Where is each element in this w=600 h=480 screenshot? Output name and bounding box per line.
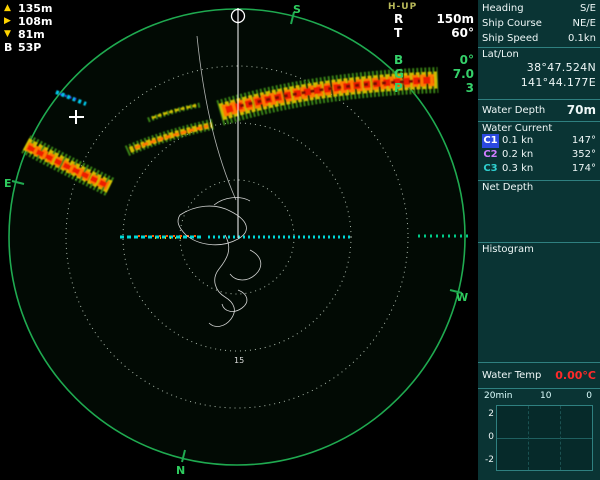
graph-gridline (560, 406, 561, 470)
hud-label: B (394, 53, 403, 67)
hud-value: 0° (460, 53, 474, 67)
c3-speed: 0.3 kn (502, 162, 572, 176)
c3-direction: 174° (572, 162, 596, 176)
hud-label: P (394, 81, 403, 95)
orientation-mode: H-UP (388, 2, 474, 12)
water-temp-section: Water Temp 0.00°C (478, 362, 600, 388)
y-tick-2: 2 (488, 409, 494, 419)
hud-row-tilt: T 60° (394, 26, 474, 40)
water-temp-value: 0.00°C (555, 368, 596, 383)
graph-gridline (528, 406, 529, 470)
hud-readouts: H-UP R 150m T 60° B 0° G 7.0 P 3 (394, 2, 474, 95)
net-depth-section: Net Depth (478, 180, 600, 242)
marker-value: 81m (18, 28, 45, 41)
c1-badge: C1 (482, 134, 499, 148)
x-tick-0: 0 (586, 391, 592, 401)
heading-value: S/E (580, 1, 596, 16)
hud-row-b: B 0° (394, 53, 474, 67)
ship-course-label: Ship Course (482, 16, 542, 31)
hud-value: 150m (436, 12, 474, 26)
graph-y-axis: 2 0 -2 (482, 405, 496, 469)
latlon-label: Lat/Lon (482, 49, 519, 60)
navigation-section: Heading S/E Ship Course NE/E Ship Speed … (478, 0, 600, 47)
water-current-section: Water Current C1 0.1 kn 147° C2 0.2 kn 3… (478, 121, 600, 180)
hud-row-g: G 7.0 (394, 67, 474, 81)
c2-direction: 352° (572, 148, 596, 162)
heading-row: Heading S/E (482, 1, 596, 16)
marker-row: ▲ 135m (4, 2, 52, 15)
data-panel: Heading S/E Ship Course NE/E Ship Speed … (478, 0, 600, 480)
sonar-display[interactable]: S E W N 15 ▲ 135m ▶ 108m ▼ 81m B 53P H-U… (0, 0, 478, 480)
marker-value: 135m (18, 2, 52, 15)
current-row-c1: C1 0.1 kn 147° (482, 134, 596, 148)
water-depth-section: Water Depth 70m (478, 99, 600, 121)
graph-x-axis: 20min 10 0 (482, 390, 596, 403)
ship-course-row: Ship Course NE/E (482, 16, 596, 31)
compass-top: S (293, 3, 301, 16)
hud-value: 3 (466, 81, 474, 95)
compass-left: E (4, 177, 12, 190)
ship-speed-row: Ship Speed 0.1kn (482, 31, 596, 46)
marker-row: ▶ 108m (4, 15, 52, 28)
water-depth-label: Water Depth (482, 103, 545, 118)
hud-label: R (394, 12, 403, 26)
ship-speed-value: 0.1kn (568, 31, 596, 46)
y-tick-neg2: -2 (485, 455, 494, 465)
compass-bottom: N (176, 464, 185, 477)
hud-label: T (394, 26, 402, 40)
marker-row: ▼ 81m (4, 28, 52, 41)
marker-row: B 53P (4, 41, 52, 54)
c1-speed: 0.1 kn (502, 134, 572, 148)
histogram-section: Histogram (478, 242, 600, 362)
c2-speed: 0.2 kn (502, 148, 572, 162)
hud-label: G (394, 67, 404, 81)
hud-value: 7.0 (453, 67, 474, 81)
x-tick-20min: 20min (484, 391, 512, 401)
current-row-c2: C2 0.2 kn 352° (482, 148, 596, 162)
current-row-c3: C3 0.3 kn 174° (482, 162, 596, 176)
heading-label: Heading (482, 1, 524, 16)
hud-row-p: P 3 (394, 81, 474, 95)
water-temp-label: Water Temp (482, 368, 541, 383)
marker-readouts: ▲ 135m ▶ 108m ▼ 81m B 53P (4, 2, 52, 54)
hud-value: 60° (451, 26, 474, 40)
c3-badge: C3 (482, 162, 499, 176)
x-tick-10: 10 (540, 391, 551, 401)
latitude-value: 38°47.524N (482, 60, 596, 75)
up-arrow-icon: ▲ (4, 2, 18, 15)
latlon-section: Lat/Lon 38°47.524N 141°44.177E (478, 47, 600, 99)
ship-course-value: NE/E (573, 16, 597, 31)
right-arrow-icon: ▶ (4, 15, 18, 28)
water-depth-value: 70m (567, 103, 596, 118)
compass-right: W (456, 291, 468, 304)
graph-plot-area (496, 405, 593, 471)
graph-zero-line (497, 438, 592, 439)
c1-direction: 147° (572, 134, 596, 148)
down-arrow-icon: ▼ (4, 28, 18, 41)
ring-label: 15 (234, 356, 244, 365)
marker-b-label: B (4, 41, 18, 54)
longitude-value: 141°44.177E (482, 75, 596, 90)
temp-graph-section: 20min 10 0 2 0 -2 (478, 388, 600, 480)
marker-value: 108m (18, 15, 52, 28)
ship-speed-label: Ship Speed (482, 31, 538, 46)
hud-row-range: R 150m (394, 12, 474, 26)
marker-value: 53P (18, 41, 41, 54)
net-depth-label: Net Depth (482, 182, 533, 193)
c2-badge: C2 (482, 148, 499, 162)
y-tick-0: 0 (488, 432, 494, 442)
histogram-label: Histogram (482, 244, 534, 255)
water-current-label: Water Current (482, 123, 552, 134)
